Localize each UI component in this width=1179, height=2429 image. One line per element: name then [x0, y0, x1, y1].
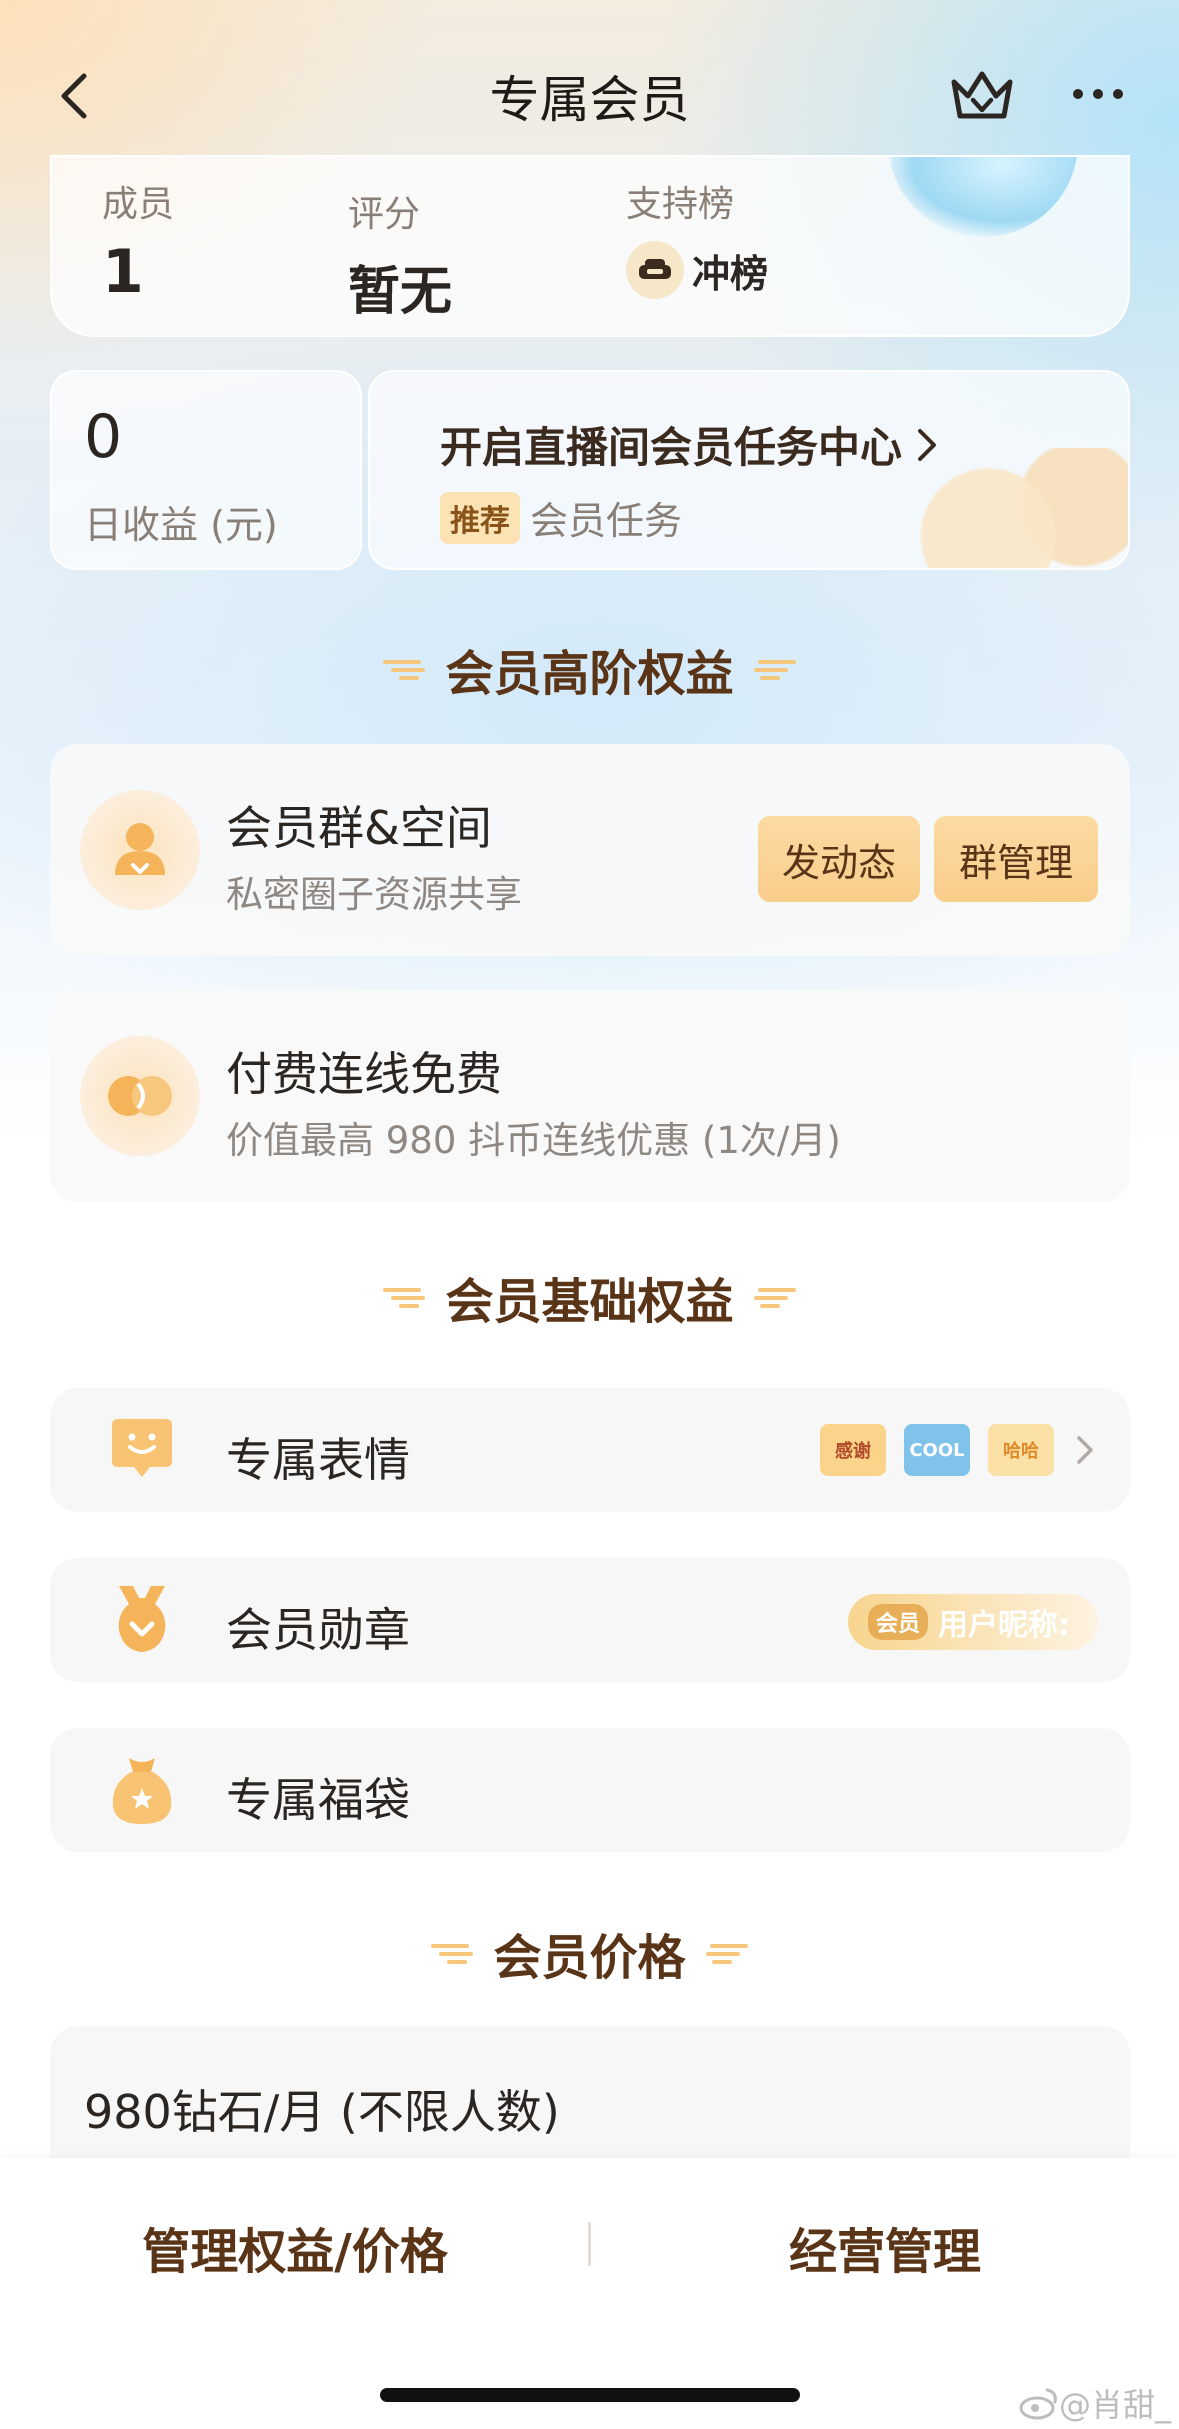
manage-benefits-price-button[interactable]: 管理权益/价格 [0, 2212, 590, 2282]
watermark: @肖甜_ [1019, 2380, 1171, 2426]
members-stat[interactable]: 成员 1 [102, 175, 174, 307]
sticker-preview-list: 感谢 COOL 哈哈 [802, 1424, 1096, 1476]
rating-value: 暂无 [348, 262, 453, 322]
task-center-subtitle: 会员任务 [530, 499, 683, 543]
wing-right-icon [753, 660, 796, 680]
medal-icon [104, 1582, 180, 1658]
wing-left-icon [383, 1288, 426, 1308]
smile-bubble-icon [104, 1412, 180, 1488]
group-space-title: 会员群&空间 [226, 801, 492, 855]
nav-bar: 专属会员 [0, 50, 1179, 140]
group-icon [80, 790, 200, 910]
price-text: 980钻石/月 (不限人数) [84, 2085, 560, 2139]
daily-earnings-card[interactable]: 0 日收益 (元) [50, 370, 362, 570]
section-title-advanced: 会员高阶权益 [0, 634, 1179, 704]
more-options-icon[interactable] [1070, 74, 1126, 114]
badge-member-tag: 会员 [868, 1604, 929, 1640]
section-title-basic-text: 会员基础权益 [445, 1274, 734, 1330]
sofa-icon [626, 241, 684, 299]
group-manage-button[interactable]: 群管理 [934, 816, 1098, 902]
member-badge-row[interactable]: 会员勋章 会员 用户昵称: [50, 1558, 1130, 1682]
rating-stat: 评分 暂无 [348, 185, 452, 324]
wing-left-icon [431, 1944, 474, 1964]
badge-nickname: 用户昵称: [938, 1608, 1071, 1643]
weibo-logo-icon [1019, 2388, 1057, 2420]
section-title-price: 会员价格 [0, 1918, 1179, 1988]
link-icon [80, 1036, 200, 1156]
post-update-button[interactable]: 发动态 [758, 816, 920, 902]
sticker-thanks: 感谢 [820, 1424, 886, 1476]
watermark-text: @肖甜_ [1058, 2386, 1171, 2424]
rank-chip[interactable]: 冲榜 [626, 241, 768, 299]
task-center-card[interactable]: 开启直播间会员任务中心 推荐 会员任务 [368, 370, 1130, 570]
lucky-bag-title: 专属福袋 [226, 1773, 410, 1827]
sticker-haha: 哈哈 [988, 1424, 1054, 1476]
exclusive-stickers-title: 专属表情 [226, 1433, 410, 1487]
home-indicator[interactable] [380, 2388, 800, 2402]
wing-right-icon [705, 1944, 748, 1964]
recommend-tag: 推荐 [440, 491, 520, 544]
group-space-card[interactable]: 会员群&空间 私密圈子资源共享 发动态 群管理 [50, 744, 1130, 956]
members-label: 成员 [102, 184, 175, 225]
section-title-price-text: 会员价格 [493, 1930, 686, 1986]
section-title-basic: 会员基础权益 [0, 1262, 1179, 1332]
lucky-bag-icon [104, 1752, 180, 1828]
task-center-title-row: 开启直播间会员任务中心 [440, 414, 938, 475]
badge-preview: 会员 用户昵称: [848, 1594, 1098, 1650]
free-call-title: 付费连线免费 [226, 1047, 502, 1101]
coins-decoration [908, 448, 1128, 568]
sticker-cool: COOL [904, 1424, 970, 1476]
support-rank-stat[interactable]: 支持榜 冲榜 [626, 175, 768, 299]
free-call-card[interactable]: 付费连线免费 价值最高 980 抖币连线优惠 (1次/月) [50, 990, 1130, 1202]
stats-card: 成员 1 评分 暂无 支持榜 冲榜 [50, 155, 1130, 337]
member-page: 专属会员 成员 1 评分 暂无 支持榜 冲榜 0 日收益 (元) 开启直播间会员… [0, 0, 1179, 2429]
section-title-advanced-text: 会员高阶权益 [445, 646, 734, 702]
chevron-right-icon [1077, 1436, 1093, 1464]
task-center-subtitle-row: 推荐 会员任务 [440, 490, 682, 545]
task-center-title: 开启直播间会员任务中心 [440, 423, 903, 472]
exclusive-stickers-row[interactable]: 专属表情 感谢 COOL 哈哈 [50, 1388, 1130, 1512]
members-value: 1 [102, 237, 144, 307]
lucky-bag-row[interactable]: 专属福袋 [50, 1728, 1130, 1852]
wing-right-icon [753, 1288, 796, 1308]
rank-action-label: 冲榜 [692, 251, 769, 296]
daily-earnings-value: 0 [84, 402, 123, 472]
shield-decoration [888, 157, 1078, 237]
group-space-desc: 私密圈子资源共享 [226, 873, 522, 916]
wing-left-icon [383, 660, 426, 680]
free-call-desc: 价值最高 980 抖币连线优惠 (1次/月) [226, 1119, 841, 1162]
chevron-right-icon [918, 428, 937, 461]
crown-icon[interactable] [946, 64, 1018, 128]
member-badge-title: 会员勋章 [226, 1603, 410, 1657]
rating-label: 评分 [348, 194, 421, 235]
daily-earnings-label: 日收益 (元) [84, 503, 278, 547]
support-rank-label: 支持榜 [626, 184, 735, 225]
operation-management-button[interactable]: 经营管理 [590, 2212, 1179, 2282]
